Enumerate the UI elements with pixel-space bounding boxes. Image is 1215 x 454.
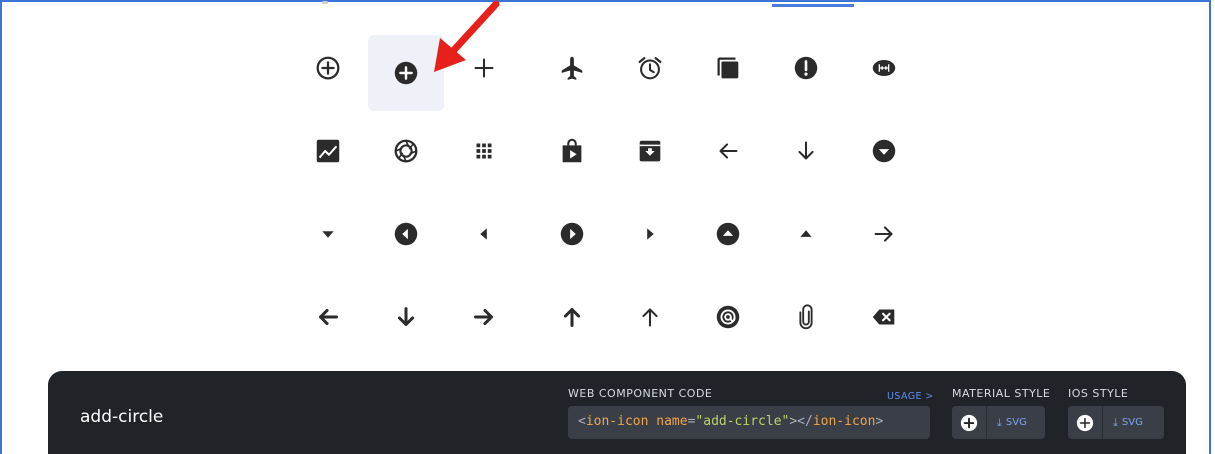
albums-icon bbox=[717, 57, 739, 79]
code-attr: name bbox=[656, 414, 688, 429]
arrow-dropup-icon bbox=[800, 230, 812, 237]
icon-cell-arrow-dropdown-circle[interactable] bbox=[846, 113, 922, 189]
arrow-dropup-circle-icon bbox=[716, 222, 740, 246]
material-svg-download[interactable]: ⤓ SVG bbox=[987, 416, 1037, 430]
icon-cell-appstore[interactable] bbox=[534, 113, 610, 189]
icon-cell-add-circle-outline[interactable] bbox=[290, 30, 366, 106]
code-punct: ></ bbox=[789, 414, 813, 429]
icon-cell-arrow-round-up[interactable] bbox=[534, 279, 610, 355]
icon-cell-arrow-forward[interactable] bbox=[846, 196, 922, 272]
airplane-icon bbox=[561, 56, 583, 80]
backspace-icon bbox=[872, 309, 895, 325]
icon-detail-bar: add-circle WEB COMPONENT CODE USAGE > <i… bbox=[48, 371, 1186, 454]
arrow-dropleft-circle-icon bbox=[394, 222, 418, 246]
icon-cell-at[interactable] bbox=[690, 279, 766, 355]
archive-icon bbox=[639, 140, 661, 162]
icon-cell-american-football[interactable] bbox=[846, 30, 922, 106]
material-preview[interactable] bbox=[952, 406, 987, 439]
icon-cell-arrow-dropright[interactable] bbox=[612, 196, 688, 272]
usage-link[interactable]: USAGE > bbox=[887, 391, 934, 402]
icon-cell-arrow-round-back[interactable] bbox=[290, 279, 366, 355]
icon-cell-alarm[interactable] bbox=[612, 30, 688, 106]
arrow-dropright-circle-icon bbox=[560, 222, 584, 246]
code-value: "add-circle" bbox=[695, 414, 790, 429]
add-circle-outline-icon bbox=[316, 56, 340, 80]
svg-label: SVG bbox=[1005, 417, 1027, 428]
arrow-up-icon bbox=[642, 308, 658, 327]
add-circle-icon bbox=[394, 61, 418, 85]
code-punct: > bbox=[875, 414, 884, 429]
download-icon: ⤓ bbox=[1113, 415, 1118, 429]
ios-preview[interactable] bbox=[1068, 406, 1103, 439]
top-truncated-text bbox=[322, 1, 328, 4]
alarm-icon bbox=[638, 57, 662, 80]
apps-icon bbox=[476, 143, 492, 159]
alert-circle-icon bbox=[794, 56, 818, 80]
ios-style-group: ⤓ SVG bbox=[1068, 406, 1164, 439]
arrow-down-icon bbox=[798, 141, 814, 160]
icon-cell-archive[interactable] bbox=[612, 113, 688, 189]
icon-cell-arrow-round-down[interactable] bbox=[368, 279, 444, 355]
icon-cell-albums[interactable] bbox=[690, 30, 766, 106]
svg-label: SVG bbox=[1121, 417, 1143, 428]
icon-grid bbox=[290, 30, 910, 370]
active-tab-indicator bbox=[772, 4, 854, 7]
code-tag: ion-icon bbox=[585, 414, 649, 429]
code-tag: ion-icon bbox=[812, 414, 876, 429]
icon-cell-arrow-dropleft[interactable] bbox=[446, 196, 522, 272]
icon-cell-arrow-dropright-circle[interactable] bbox=[534, 196, 610, 272]
at-icon bbox=[716, 305, 740, 329]
web-component-code-label: WEB COMPONENT CODE bbox=[568, 387, 713, 400]
code-punct: < bbox=[578, 414, 586, 429]
icon-cell-arrow-up[interactable] bbox=[612, 279, 688, 355]
icon-cell-arrow-dropdown[interactable] bbox=[290, 196, 366, 272]
arrow-round-down-icon bbox=[397, 307, 415, 326]
arrow-forward-icon bbox=[874, 226, 893, 242]
icon-cell-arrow-down[interactable] bbox=[768, 113, 844, 189]
icon-cell-aperture[interactable] bbox=[368, 113, 444, 189]
icon-cell-arrow-dropup[interactable] bbox=[768, 196, 844, 272]
arrow-round-back-icon bbox=[319, 308, 338, 326]
ios-svg-download[interactable]: ⤓ SVG bbox=[1103, 416, 1153, 430]
arrow-dropdown-circle-icon bbox=[872, 139, 896, 163]
material-style-group: ⤓ SVG bbox=[952, 406, 1045, 439]
web-component-code-box[interactable]: <ion-icon name="add-circle"></ion-icon> bbox=[568, 406, 930, 439]
icon-cell-arrow-dropup-circle[interactable] bbox=[690, 196, 766, 272]
arrow-dropright-icon bbox=[647, 228, 654, 240]
appstore-icon bbox=[562, 138, 582, 163]
add-circle-icon bbox=[1076, 414, 1094, 431]
arrow-dropdown-icon bbox=[322, 231, 334, 238]
arrow-round-up-icon bbox=[563, 308, 581, 327]
icon-cell-airplane[interactable] bbox=[534, 30, 610, 106]
arrow-round-forward-icon bbox=[474, 308, 493, 326]
ios-style-label: IOS STYLE bbox=[1068, 387, 1129, 400]
icon-cell-attach[interactable] bbox=[768, 279, 844, 355]
add-circle-icon bbox=[960, 414, 978, 431]
arrow-back-icon bbox=[719, 143, 738, 159]
icon-cell-apps[interactable] bbox=[446, 113, 522, 189]
icon-cell-arrow-dropleft-circle[interactable] bbox=[368, 196, 444, 272]
selected-icon-name: add-circle bbox=[80, 407, 164, 427]
icon-cell-alert-circle[interactable] bbox=[768, 30, 844, 106]
icon-cell-analytics[interactable] bbox=[290, 113, 366, 189]
icon-cell-arrow-round-forward[interactable] bbox=[446, 279, 522, 355]
annotation-arrow bbox=[434, 0, 500, 72]
arrow-dropleft-icon bbox=[480, 228, 487, 240]
aperture-icon bbox=[394, 139, 418, 163]
download-icon: ⤓ bbox=[997, 415, 1002, 429]
american-football-icon bbox=[872, 60, 896, 76]
icon-cell-arrow-back[interactable] bbox=[690, 113, 766, 189]
icon-cell-backspace[interactable] bbox=[846, 279, 922, 355]
attach-icon bbox=[799, 304, 813, 330]
material-style-label: MATERIAL STYLE bbox=[952, 387, 1051, 400]
analytics-icon bbox=[316, 139, 340, 163]
